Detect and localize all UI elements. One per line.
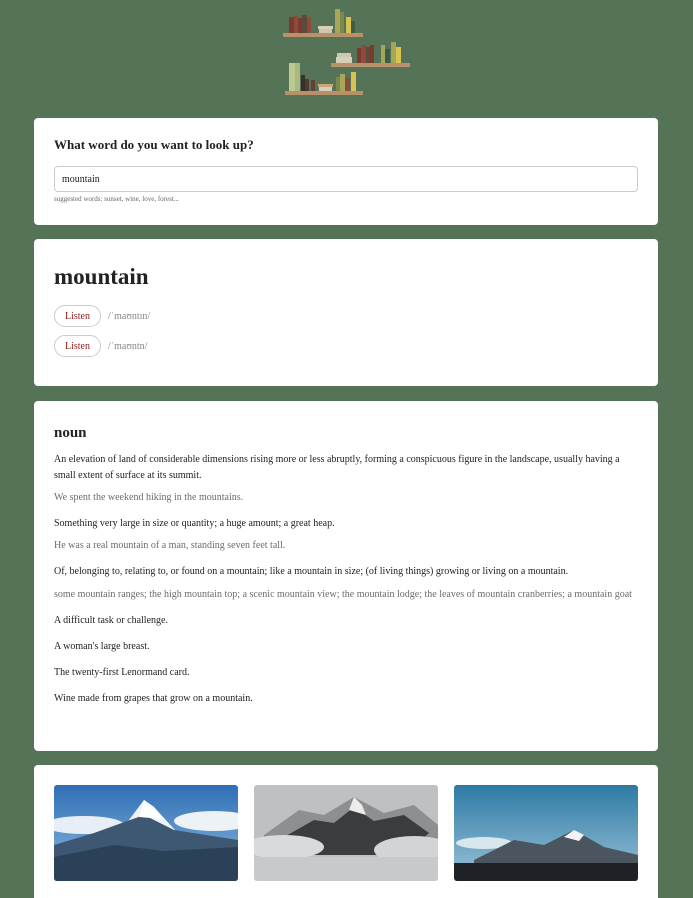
word-title: mountain: [54, 264, 149, 289]
definition-text: An elevation of land of considerable dim…: [54, 454, 620, 481]
search-input[interactable]: [54, 166, 638, 192]
mountain-image[interactable]: [454, 785, 638, 881]
word-card: mountain Listen /ˈmaʊntɪn/ Listen /ˈmaʊn…: [34, 239, 658, 386]
definition-text: A woman's large breast.: [54, 641, 150, 652]
example-text: He was a real mountain of a man, standin…: [54, 540, 286, 551]
definition-text: Of, belonging to, relating to, or found …: [54, 566, 569, 577]
listen-button[interactable]: Listen: [54, 305, 101, 327]
example-text: some mountain ranges; the high mountain …: [54, 589, 632, 600]
bookshelf-icon: [281, 6, 411, 98]
definition-text: The twenty-first Lenormand card.: [54, 667, 190, 678]
image-gallery: [34, 765, 658, 898]
definition-text: A difficult task or challenge.: [54, 615, 168, 626]
suggested-words: suggested words: sunset, wine, love, for…: [54, 195, 180, 203]
part-of-speech: noun: [54, 425, 87, 441]
example-text: We spent the weekend hiking in the mount…: [54, 492, 244, 503]
mountain-image[interactable]: [254, 785, 438, 881]
phonetic-text: /ˈmaʊntn/: [108, 340, 148, 352]
pronunciation-row: Listen /ˈmaʊntn/: [54, 335, 147, 357]
definition-text: Something very large in size or quantity…: [54, 518, 335, 529]
pronunciation-row: Listen /ˈmaʊntɪn/: [54, 305, 150, 327]
definition-list: An elevation of land of considerable dim…: [54, 452, 638, 707]
search-card: What word do you want to look up? sugges…: [34, 118, 658, 225]
phonetic-text: /ˈmaʊntɪn/: [108, 310, 151, 322]
listen-button[interactable]: Listen: [54, 335, 101, 357]
search-question: What word do you want to look up?: [54, 137, 254, 152]
definitions-card: noun An elevation of land of considerabl…: [34, 401, 658, 751]
mountain-image[interactable]: [54, 785, 238, 881]
definition-text: Wine made from grapes that grow on a mou…: [54, 693, 253, 704]
